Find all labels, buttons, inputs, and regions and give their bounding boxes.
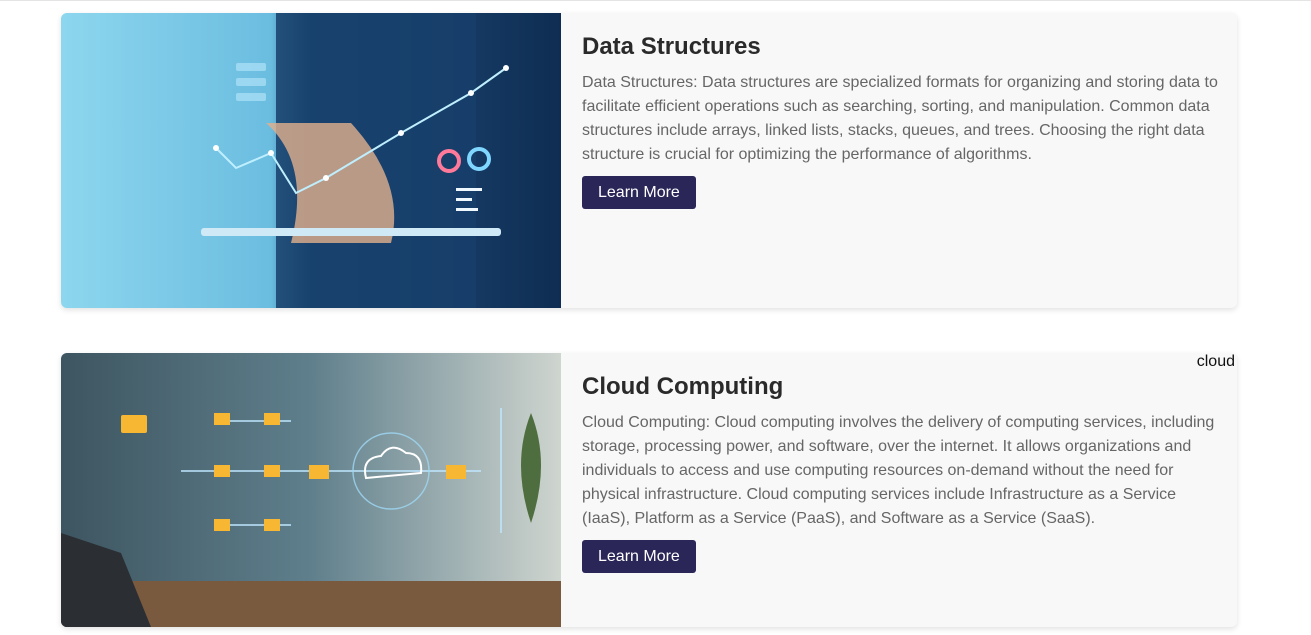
card-title: Data Structures (582, 33, 761, 60)
top-divider (0, 0, 1311, 1)
card-description: Data Structures: Data structures are spe… (582, 74, 1218, 163)
learn-more-button[interactable]: Learn More (582, 176, 696, 209)
learn-more-button[interactable]: Learn More (582, 540, 696, 573)
card-title: Cloud Computing (582, 373, 784, 400)
course-card-data-structures: Data Structures Data Structures: Data st… (61, 13, 1237, 308)
category-tag: cloud (1196, 353, 1235, 370)
card-body: Data Structures Data Structures: Data st… (582, 13, 1222, 209)
course-card-cloud-computing: Cloud Computing Cloud Computing: Cloud c… (61, 353, 1237, 627)
card-body: Cloud Computing Cloud Computing: Cloud c… (582, 353, 1222, 573)
data-structures-image (61, 13, 561, 308)
card-description: Cloud Computing: Cloud computing involve… (582, 414, 1215, 527)
cloud-computing-image (61, 353, 561, 627)
